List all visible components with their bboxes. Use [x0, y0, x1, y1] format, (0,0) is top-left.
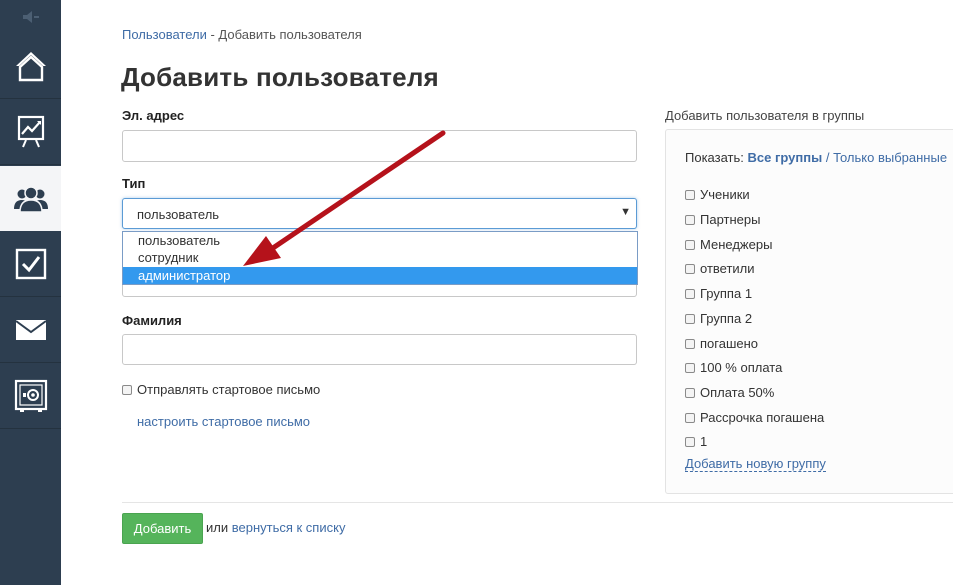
group-label: Рассрочка погашена [700, 410, 825, 425]
group-item[interactable]: Партнеры [685, 212, 760, 227]
group-checkbox[interactable] [685, 437, 695, 447]
group-label: Партнеры [700, 212, 761, 227]
sidebar-item-settings[interactable] [0, 364, 61, 429]
users-icon [13, 185, 48, 213]
group-item[interactable]: Оплата 50% [685, 385, 774, 400]
group-label: ответили [700, 261, 755, 276]
page-title: Добавить пользователя [121, 62, 439, 92]
send-welcome-checkbox[interactable] [122, 385, 132, 395]
sidebar [0, 0, 61, 585]
form-divider [122, 502, 953, 503]
group-label: 100 % оплата [700, 360, 783, 375]
sidebar-item-mail[interactable] [0, 298, 61, 363]
groups-filter-selected[interactable]: Только выбранные [833, 150, 947, 165]
groups-title: Добавить пользователя в группы [665, 108, 865, 123]
setup-welcome-link[interactable]: настроить стартовое письмо [137, 414, 310, 429]
group-checkbox[interactable] [685, 215, 695, 225]
group-item[interactable]: Менеджеры [685, 237, 772, 252]
breadcrumb-current: Добавить пользователя [218, 27, 362, 42]
group-label: Оплата 50% [700, 385, 775, 400]
type-select[interactable]: пользователь ▼ [122, 198, 637, 229]
type-select-value: пользователь [137, 207, 220, 222]
sidebar-toggle[interactable] [0, 0, 61, 34]
group-item[interactable]: погашено [685, 336, 758, 351]
chart-icon [17, 115, 44, 148]
settings-icon [14, 379, 47, 412]
home-icon [15, 52, 46, 82]
group-item[interactable]: ответили [685, 261, 755, 276]
group-label: Группа 2 [700, 311, 753, 326]
mail-icon [14, 320, 47, 340]
sidebar-item-tasks[interactable] [0, 232, 61, 297]
email-label: Эл. адрес [122, 108, 185, 123]
group-item[interactable]: 100 % оплата [685, 360, 782, 375]
lastname-label: Фамилия [122, 313, 182, 328]
group-label: Менеджеры [700, 237, 773, 252]
email-field[interactable] [122, 130, 637, 162]
group-checkbox[interactable] [685, 339, 695, 349]
sidebar-item-home[interactable] [0, 34, 61, 99]
groups-filter-separator: / [825, 150, 830, 165]
sidebar-item-stats[interactable] [0, 100, 61, 165]
type-option-admin[interactable]: администратор [123, 267, 637, 284]
group-label: погашено [700, 336, 759, 351]
groups-filter: Показать: Все группы / Только выбранные [685, 150, 947, 165]
tasks-icon [15, 248, 46, 280]
sidebar-item-users[interactable] [0, 166, 61, 231]
group-checkbox[interactable] [685, 413, 695, 423]
send-welcome-label: Отправлять стартовое письмо [137, 382, 321, 397]
group-checkbox[interactable] [685, 363, 695, 373]
group-checkbox[interactable] [685, 289, 695, 299]
add-group-link[interactable]: Добавить новую группу [685, 457, 826, 472]
type-label: Тип [122, 176, 146, 191]
back-to-list-link[interactable]: вернуться к списку [232, 520, 346, 535]
chevron-down-icon: ▼ [620, 206, 631, 218]
speaker-icon [22, 11, 39, 23]
send-welcome-row[interactable]: Отправлять стартовое письмо [122, 382, 320, 397]
group-checkbox[interactable] [685, 264, 695, 274]
type-dropdown: пользователь сотрудник администратор [122, 231, 638, 285]
group-item[interactable]: 1 [685, 434, 707, 449]
group-label: Ученики [700, 187, 750, 202]
group-label: 1 [700, 434, 708, 449]
breadcrumb: Пользователи - Добавить пользователя [122, 27, 362, 42]
group-checkbox[interactable] [685, 240, 695, 250]
group-checkbox[interactable] [685, 190, 695, 200]
groups-panel: Показать: Все группы / Только выбранные … [665, 129, 953, 494]
lastname-field[interactable] [122, 334, 637, 365]
add-user-button[interactable]: Добавить [122, 513, 203, 544]
group-item[interactable]: Группа 2 [685, 311, 752, 326]
group-checkbox[interactable] [685, 388, 695, 398]
group-checkbox[interactable] [685, 314, 695, 324]
breadcrumb-separator: - [206, 27, 219, 42]
groups-show-label: Показать: [685, 150, 744, 165]
group-item[interactable]: Ученики [685, 187, 750, 202]
or-text: или [206, 520, 229, 535]
type-option-user[interactable]: пользователь [123, 232, 637, 249]
groups-filter-all[interactable]: Все группы [748, 150, 823, 165]
group-label: Группа 1 [700, 286, 753, 301]
back-row: или вернуться к списку [206, 520, 345, 535]
group-item[interactable]: Рассрочка погашена [685, 410, 824, 425]
type-option-employee[interactable]: сотрудник [123, 249, 637, 266]
breadcrumb-users-link[interactable]: Пользователи [122, 27, 207, 42]
group-item[interactable]: Группа 1 [685, 286, 752, 301]
